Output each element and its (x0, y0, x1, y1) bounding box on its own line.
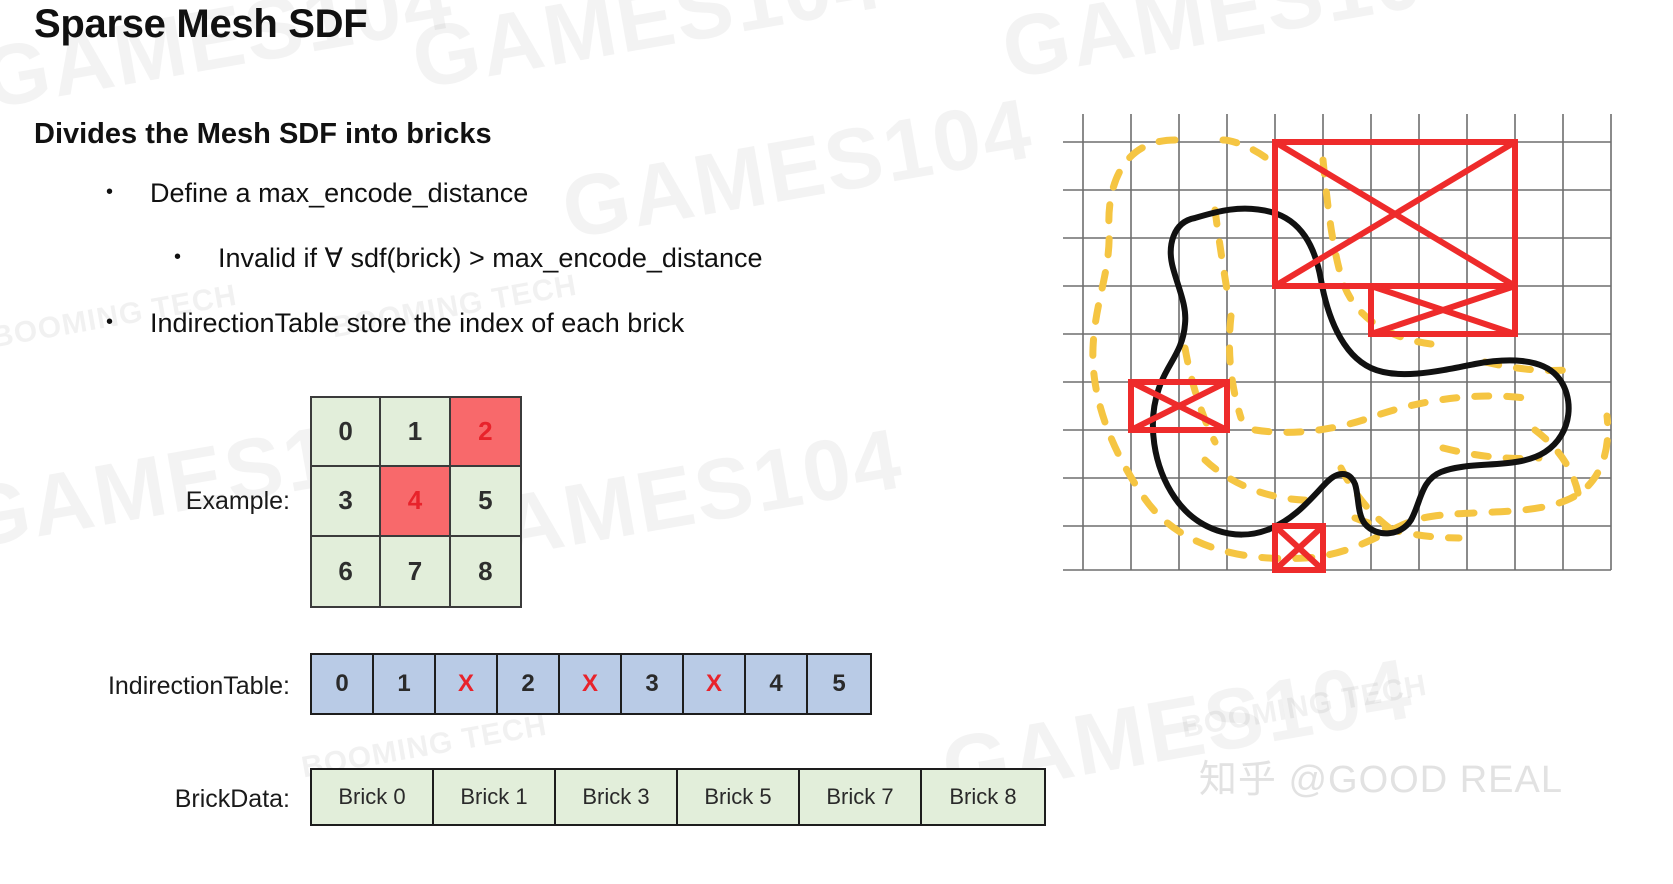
table-cell: Brick 8 (922, 770, 1044, 824)
table-cell: 1 (374, 655, 436, 713)
indirection-table-label: IndirectionTable: (107, 672, 290, 700)
table-cell: 3 (312, 467, 382, 537)
table-cell: 5 (808, 655, 870, 713)
bullet-dot-icon: • (106, 181, 114, 203)
table-cell: 0 (312, 655, 374, 713)
table-cell: X (436, 655, 498, 713)
table-cell: X (560, 655, 622, 713)
table-cell: 4 (381, 467, 451, 537)
table-cell: Brick 0 (312, 770, 434, 824)
bullet-list: • Define a max_encode_distance • Invalid… (34, 180, 762, 375)
table-cell: Brick 7 (800, 770, 922, 824)
slide-subtitle: Divides the Mesh SDF into bricks (34, 118, 492, 150)
watermark-brand: GAMES104 (995, 0, 1480, 99)
table-cell: 3 (622, 655, 684, 713)
table-cell: 2 (498, 655, 560, 713)
table-cell: Brick 3 (556, 770, 678, 824)
bullet-dot-icon: • (174, 246, 182, 268)
example-label: Example: (185, 487, 290, 515)
table-cell: Brick 1 (434, 770, 556, 824)
table-cell: 4 (746, 655, 808, 713)
table-cell: 1 (381, 398, 451, 468)
table-cell: 0 (312, 398, 382, 468)
list-item: • Invalid if ∀ sdf(brick) > max_encode_d… (174, 245, 762, 272)
watermark-brand: GAMES104 (405, 0, 890, 109)
table-cell: Brick 5 (678, 770, 800, 824)
table-cell: 7 (381, 536, 451, 606)
sdf-brick-diagram (1055, 100, 1615, 580)
bullet-text: Define a max_encode_distance (150, 178, 529, 208)
zhihu-watermark: 知乎 @GOOD REAL (1198, 759, 1563, 801)
list-item: • IndirectionTable store the index of ea… (106, 310, 762, 337)
list-item: • Define a max_encode_distance (106, 180, 762, 207)
watermark-tech: BOOMING TECH (1178, 668, 1430, 745)
brick-data-label: BrickData: (174, 785, 290, 813)
table-cell: 5 (450, 467, 520, 537)
page-title: Sparse Mesh SDF (34, 2, 368, 46)
brick-data-table: Brick 0 Brick 1 Brick 3 Brick 5 Brick 7 … (310, 768, 1046, 826)
bullet-text: Invalid if ∀ sdf(brick) > max_encode_dis… (218, 243, 763, 273)
table-cell: 8 (450, 536, 520, 606)
bullet-text: IndirectionTable store the index of each… (150, 308, 685, 338)
bullet-dot-icon: • (106, 311, 114, 333)
table-cell: X (684, 655, 746, 713)
example-grid: 0 1 2 3 4 5 6 7 8 (310, 396, 522, 608)
table-cell: 2 (450, 398, 520, 468)
mesh-outline (1149, 205, 1572, 538)
indirection-table: 0 1 X 2 X 3 X 4 5 (310, 653, 872, 715)
table-cell: 6 (312, 536, 382, 606)
